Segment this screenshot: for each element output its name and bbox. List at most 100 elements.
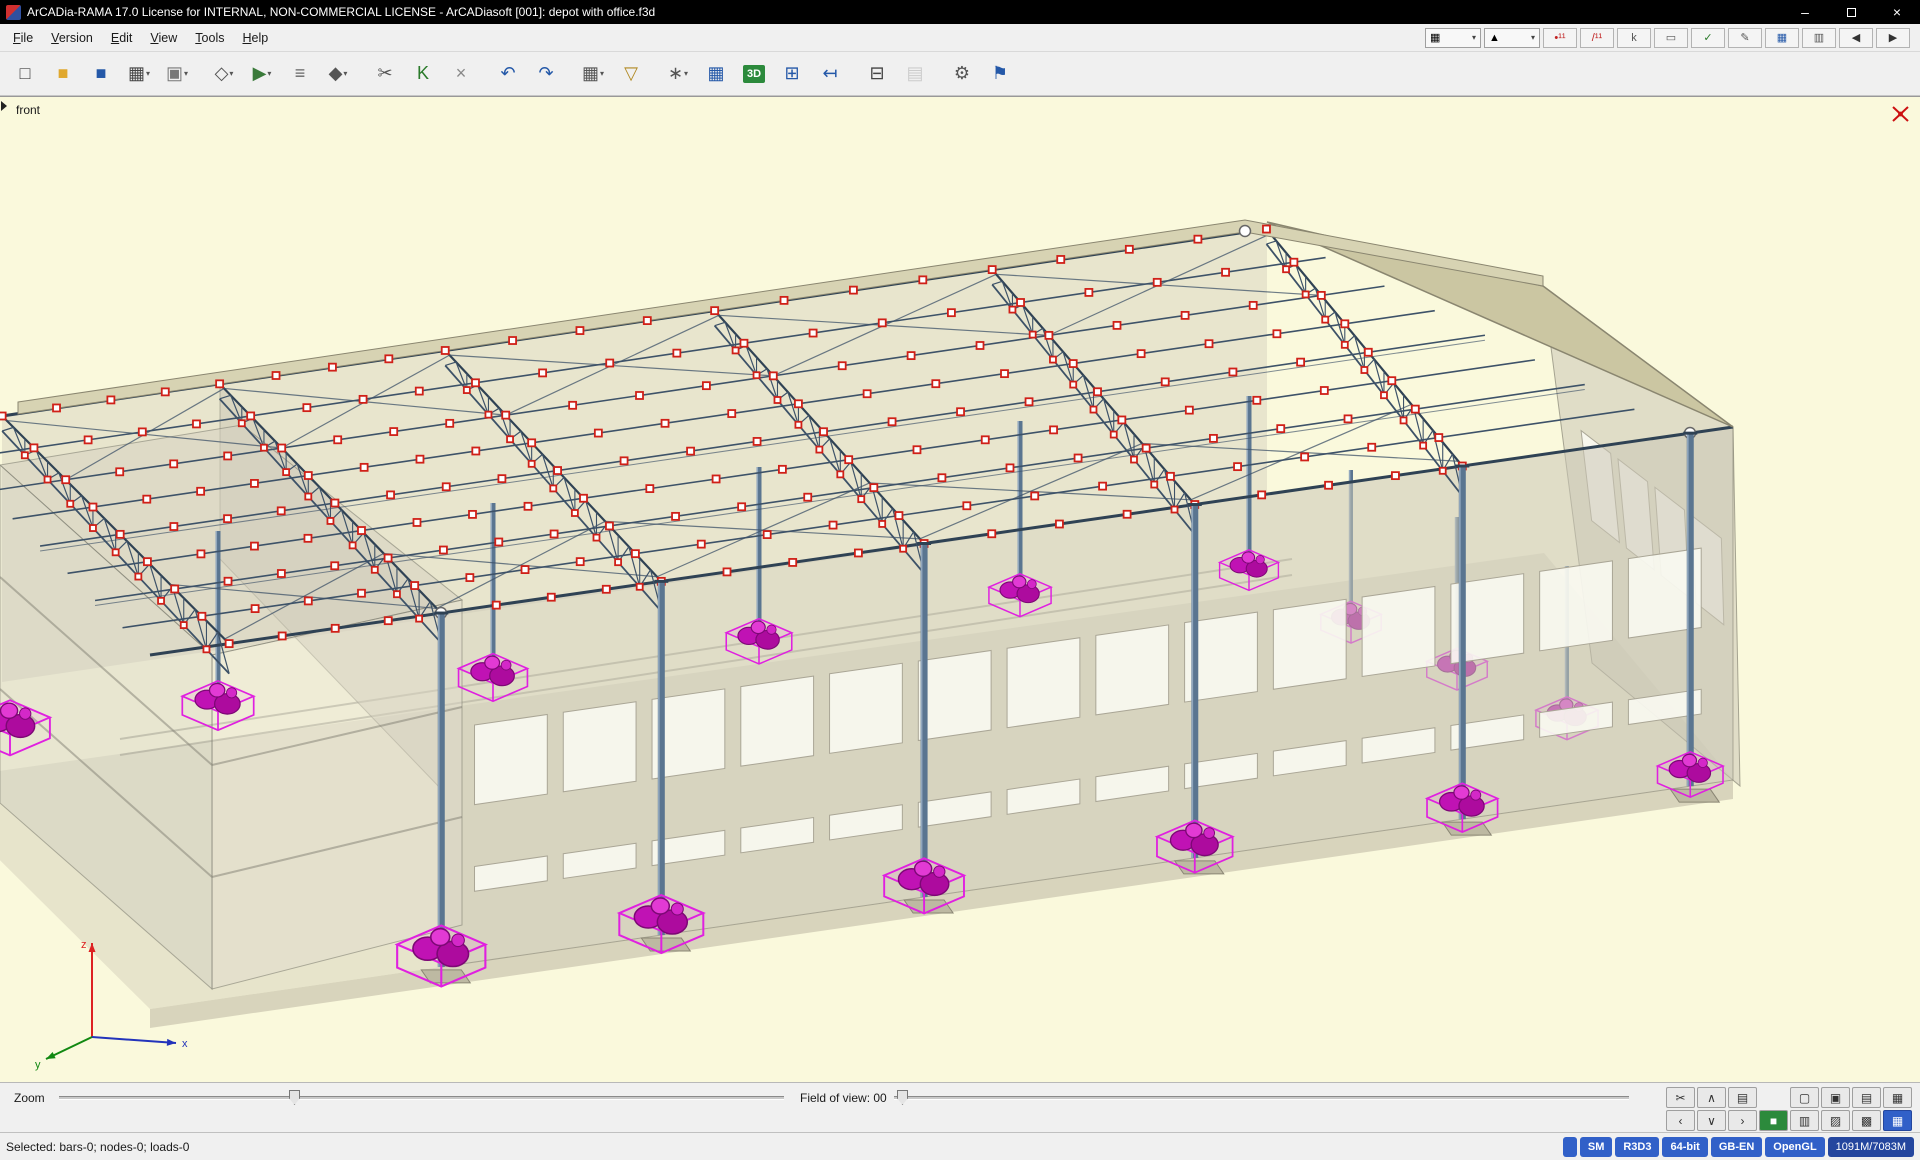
menu-item-view[interactable]: View xyxy=(141,27,186,49)
truss-library-button[interactable]: ◇▾ xyxy=(207,57,241,91)
window-controls: – × xyxy=(1782,0,1920,24)
section-names-toggle-button[interactable]: k xyxy=(1617,28,1651,48)
status-badges: SMR3D364-bitGB-ENOpenGL1091M/7083M xyxy=(1563,1137,1914,1157)
tables-button[interactable]: ▦▾ xyxy=(122,57,156,91)
view-layout-3-button[interactable]: ▤ xyxy=(1852,1087,1881,1108)
menu-item-edit[interactable]: Edit xyxy=(102,27,142,49)
new-project-button[interactable]: □ xyxy=(8,57,42,91)
calculator-button[interactable]: ⊟ xyxy=(860,57,894,91)
chevron-down-icon: ▾ xyxy=(1472,33,1476,42)
status-badge-gb-en[interactable]: GB-EN xyxy=(1711,1137,1762,1157)
structure-model[interactable]: zxy xyxy=(0,220,1740,1071)
k-node-tool-button[interactable]: K xyxy=(406,57,440,91)
section-bars-button[interactable]: ≡ xyxy=(283,57,317,91)
align-dimension-button[interactable]: ↤ xyxy=(813,57,847,91)
load-case-combo[interactable]: ▲▾ xyxy=(1484,28,1540,48)
model-canvas[interactable]: zxy xyxy=(0,97,1920,1083)
save-project-button[interactable]: ■ xyxy=(84,57,118,91)
menu-item-file[interactable]: File xyxy=(4,27,42,49)
status-badge-64-bit[interactable]: 64-bit xyxy=(1662,1137,1707,1157)
view-layout-7-button[interactable]: ▩ xyxy=(1852,1110,1881,1131)
view-3d-icon: 3D xyxy=(743,65,765,83)
report-output-button[interactable]: ▤ xyxy=(898,57,932,91)
redo-button[interactable]: ↷ xyxy=(529,57,563,91)
mesh-grid-button[interactable]: ⊞ xyxy=(775,57,809,91)
snap-options-button[interactable]: ∗▾ xyxy=(661,57,695,91)
memory-usage-indicator: 1091M/7083M xyxy=(1828,1137,1914,1157)
cut-bars-button[interactable]: ✂ xyxy=(368,57,402,91)
grid-settings-button[interactable]: ▦▾ xyxy=(576,57,610,91)
results-tables-button[interactable]: ▦ xyxy=(699,57,733,91)
chevron-down-icon: ▾ xyxy=(229,69,233,78)
zoom-slider-thumb[interactable] xyxy=(289,1090,300,1105)
chevron-down-icon: ▾ xyxy=(600,69,604,78)
align-dimension-icon: ↤ xyxy=(822,63,837,84)
cut-bars-icon: ✂ xyxy=(377,63,392,84)
truss-generator-button[interactable]: ◆▾ xyxy=(321,57,355,91)
zoom-slider-track[interactable] xyxy=(59,1096,784,1100)
pan-up-button[interactable]: ∧ xyxy=(1697,1087,1726,1108)
menu-item-help[interactable]: Help xyxy=(233,27,277,49)
supports-display-toggle-button[interactable]: ✓ xyxy=(1691,28,1725,48)
pan-right-button[interactable]: › xyxy=(1728,1110,1757,1131)
first-view-button-button[interactable]: ◀ xyxy=(1839,28,1873,48)
options-wrench-button[interactable]: ⚙ xyxy=(945,57,979,91)
last-view-button-button[interactable]: ▶ xyxy=(1876,28,1910,48)
copy-format-button[interactable]: ▣▾ xyxy=(160,57,194,91)
axes-display-toggle-button[interactable]: ▥ xyxy=(1802,28,1836,48)
filter-view-button[interactable]: ▽ xyxy=(614,57,648,91)
node-numbers-toggle-button[interactable]: •¹¹ xyxy=(1543,28,1577,48)
view-tab-marker-icon[interactable] xyxy=(1,101,7,111)
main-toolbar: □■■▦▾▣▾◇▾▶▾≡◆▾✂K×↶↷▦▾▽∗▾▦3D⊞↤⊟▤⚙⚑ xyxy=(0,52,1920,96)
svg-text:x: x xyxy=(182,1038,188,1050)
grid-settings-icon: ▦ xyxy=(582,63,599,84)
open-project-button[interactable]: ■ xyxy=(46,57,80,91)
new-project-icon: □ xyxy=(20,63,31,84)
loads-display-toggle-button[interactable]: ✎ xyxy=(1728,28,1762,48)
close-button[interactable]: × xyxy=(1874,0,1920,24)
minimize-button[interactable]: – xyxy=(1782,0,1828,24)
calculator-icon: ⊟ xyxy=(869,63,884,84)
selection-status-text: Selected: bars-0; nodes-0; loads-0 xyxy=(6,1140,189,1154)
render-mode-button[interactable]: ■ xyxy=(1759,1110,1788,1131)
project-manager-icon: ⚑ xyxy=(992,63,1008,84)
status-badge-sm[interactable]: SM xyxy=(1580,1137,1613,1157)
field-of-view-slider-thumb[interactable] xyxy=(897,1090,908,1105)
pan-left-button[interactable]: ‹ xyxy=(1666,1110,1695,1131)
chevron-down-icon: ▾ xyxy=(1531,33,1535,42)
view-control-bar: Zoom Field of view: 00 ✂∧▤▢▣▤▦‹∨›■▥▨▩▦ xyxy=(0,1082,1920,1132)
display-style-combo[interactable]: ▦▾ xyxy=(1425,28,1481,48)
status-badge-r3d3[interactable]: R3D3 xyxy=(1615,1137,1659,1157)
view-layout-6-button[interactable]: ▨ xyxy=(1821,1110,1850,1131)
report-output-icon: ▤ xyxy=(906,63,923,84)
view-layout-2-button[interactable]: ▣ xyxy=(1821,1087,1850,1108)
grid-display-toggle-button[interactable]: ▦ xyxy=(1765,28,1799,48)
print-view-button[interactable]: ▤ xyxy=(1728,1087,1757,1108)
undo-button[interactable]: ↶ xyxy=(491,57,525,91)
view-layout-4-button[interactable]: ▦ xyxy=(1883,1087,1912,1108)
view-layout-1-button[interactable]: ▢ xyxy=(1790,1087,1819,1108)
model-viewport[interactable]: zxy front xyxy=(0,96,1920,1082)
status-badge-opengl[interactable]: OpenGL xyxy=(1765,1137,1824,1157)
active-view-button[interactable]: ▦ xyxy=(1883,1110,1912,1131)
chevron-down-icon: ▾ xyxy=(684,69,688,78)
project-manager-button[interactable]: ⚑ xyxy=(983,57,1017,91)
viewport-compass-icon[interactable] xyxy=(1890,103,1912,125)
cut-view-button[interactable]: ✂ xyxy=(1666,1087,1695,1108)
delete-element-button[interactable]: × xyxy=(444,57,478,91)
chevron-down-icon: ▾ xyxy=(343,69,347,78)
field-of-view-slider-track[interactable] xyxy=(894,1096,1629,1100)
pan-down-button[interactable]: ∨ xyxy=(1697,1110,1726,1131)
menu-item-version[interactable]: Version xyxy=(42,27,102,49)
menu-item-tools[interactable]: Tools xyxy=(186,27,233,49)
delete-element-icon: × xyxy=(456,63,467,84)
maximize-button[interactable] xyxy=(1828,0,1874,24)
copy-format-icon: ▣ xyxy=(166,63,183,84)
view-3d-button[interactable]: 3D xyxy=(737,57,771,91)
section-symbols-toggle-button[interactable]: ▭ xyxy=(1654,28,1688,48)
bar-numbers-toggle-button[interactable]: /¹¹ xyxy=(1580,28,1614,48)
filter-view-icon: ▽ xyxy=(624,63,638,84)
select-mode-button[interactable]: ▶▾ xyxy=(245,57,279,91)
save-project-icon: ■ xyxy=(96,63,107,84)
view-layout-5-button[interactable]: ▥ xyxy=(1790,1110,1819,1131)
